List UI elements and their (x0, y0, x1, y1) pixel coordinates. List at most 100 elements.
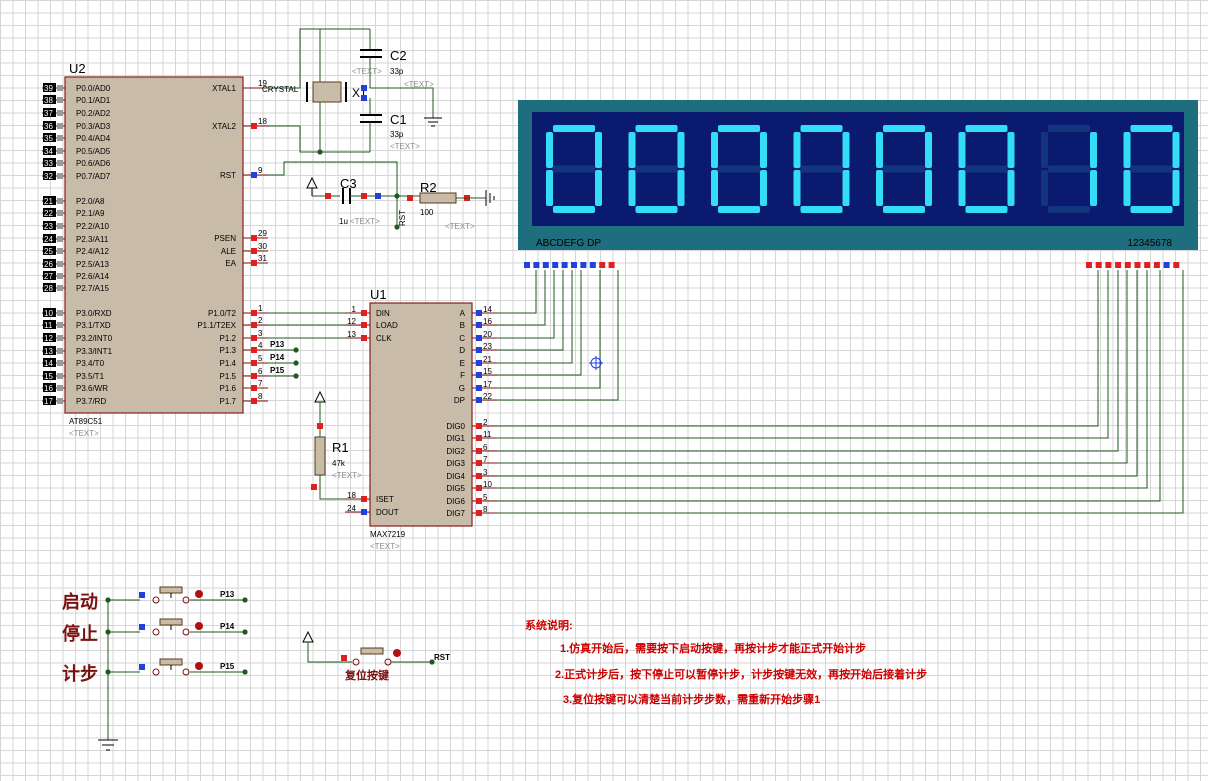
u2-pin-name: P1.7 (220, 397, 237, 406)
display-segment-pin (524, 262, 530, 268)
digit-wire (497, 270, 1099, 427)
display-digit-2-segment-d (635, 206, 678, 213)
u1-pin-name: E (460, 359, 465, 368)
pin-marker-gray (57, 373, 63, 379)
u2-pin-name: P2.4/A12 (76, 247, 109, 256)
pin-marker-gray (57, 385, 63, 391)
u2-pin-number: 34 (44, 147, 53, 156)
display-digit-7-segment-d (1048, 206, 1090, 213)
pin-marker-red (251, 385, 257, 391)
display-digit-pin (1095, 262, 1102, 268)
display-digit-pin (1153, 262, 1160, 268)
xtal2-wire (268, 125, 370, 153)
display-digit-4-segment-e (793, 170, 801, 206)
r1-value: 47k (332, 459, 346, 468)
pin-marker-red (251, 123, 257, 129)
pin-marker-blue (476, 397, 482, 403)
pin-marker-gray (57, 236, 63, 242)
c1-ref: C1 (390, 112, 407, 127)
display-segment-pin (589, 262, 596, 268)
display-digit-1-segment-g (553, 165, 595, 173)
display-digit-1-segment-a (553, 125, 595, 132)
pin-marker-red (361, 335, 367, 341)
display-digit-5-segment-d (883, 206, 925, 213)
u2-pin-number: 14 (44, 359, 53, 368)
u2-pin-number: 39 (44, 84, 53, 93)
u1-text-label: <TEXT> (370, 542, 400, 551)
u2-pin-name: P3.1/TXD (76, 321, 111, 330)
display-segment-label: ABCDEFG DP (536, 238, 601, 249)
pin-marker-gray (57, 198, 63, 204)
display-digit-1-segment-d (553, 206, 595, 213)
u2-pin-number: 1 (258, 304, 263, 313)
pin-marker-red (361, 322, 367, 328)
c3-text: <TEXT> (350, 217, 380, 226)
u2-pin-name: P3.6/WR (76, 384, 108, 393)
junction-dot (242, 597, 248, 603)
junction-dot (105, 597, 111, 603)
display-digit-pin (1134, 262, 1141, 268)
u1-pin-name: DP (454, 396, 465, 405)
u2-pin-number: 22 (44, 209, 53, 218)
pin-marker-blue (476, 322, 482, 328)
pin-marker-red (251, 322, 257, 328)
pin-marker-blue (476, 310, 482, 316)
pin-marker-blue (361, 95, 367, 101)
display-segment-pin (580, 262, 587, 268)
net-label-p15: P15 (270, 366, 285, 375)
pin-marker-gray (57, 110, 63, 116)
button-contact (182, 668, 190, 676)
u2-pin-name: P2.2/A10 (76, 222, 109, 231)
net-label-p13: P13 (270, 340, 285, 349)
digit-wire (497, 270, 1161, 502)
u2-pin-name: P2.5/A13 (76, 260, 109, 269)
display-digit-3-segment-f (711, 132, 718, 168)
u1-pin-number: 16 (483, 317, 492, 326)
display-digit-7-segment-a (1048, 125, 1090, 132)
display-digit-7-segment-e (1041, 170, 1048, 206)
junction-dot (242, 669, 248, 675)
display-digit-6-segment-d (965, 206, 1008, 213)
pin-marker-red (251, 398, 257, 404)
display-digit-5-segment-g (883, 165, 925, 173)
u1-pin-number: 6 (483, 443, 488, 452)
u1-pin-name: DIG3 (446, 459, 465, 468)
pin-marker-red (476, 510, 482, 516)
display-digit-5-segment-c (925, 170, 932, 206)
u2-pin-name: XTAL2 (212, 122, 236, 131)
pin-marker-gray (57, 285, 63, 291)
display-digit-8-segment-e (1123, 170, 1131, 206)
display-digit-2-segment-c (677, 170, 685, 206)
display-digit-6-segment-c (1007, 170, 1015, 206)
pin-marker-red (251, 347, 257, 353)
u1-pin-name: DIG6 (446, 497, 465, 506)
display-digit-5-segment-e (876, 170, 883, 206)
pin-marker-red (476, 435, 482, 441)
net-label-p14: P14 (270, 353, 285, 362)
u2-part-label: AT89C51 (69, 417, 103, 426)
display-digit-1-segment-f (546, 132, 553, 168)
pin-marker-gray (57, 210, 63, 216)
u1-pin-name: G (459, 384, 465, 393)
junction-dot (293, 360, 299, 366)
pin-marker-red (317, 423, 323, 429)
segment-wire (497, 270, 582, 376)
display-segment-pin (552, 262, 559, 268)
u1-pin-number: 24 (347, 504, 356, 513)
pin-marker-red (476, 485, 482, 491)
pin-marker-gray (57, 335, 63, 341)
u2-pin-name: P2.0/A8 (76, 197, 105, 206)
digit-wire (497, 270, 1148, 489)
pin-marker-red (476, 460, 482, 466)
u2-pin-number: 18 (258, 117, 267, 126)
pin-marker-gray (57, 248, 63, 254)
u2-pin-name: P1.0/T2 (208, 309, 237, 318)
u2-pin-number: 11 (44, 321, 53, 330)
button-contact (152, 596, 160, 604)
u1-pin-name: F (460, 371, 465, 380)
power-symbol (302, 630, 314, 643)
pin-marker-blue (476, 385, 482, 391)
notes-line: 1.仿真开始后，需要按下启动按键，再按计步才能正式开始计步 (560, 641, 866, 655)
pin-marker-red (361, 496, 367, 502)
u2-pin-number: 3 (258, 329, 263, 338)
